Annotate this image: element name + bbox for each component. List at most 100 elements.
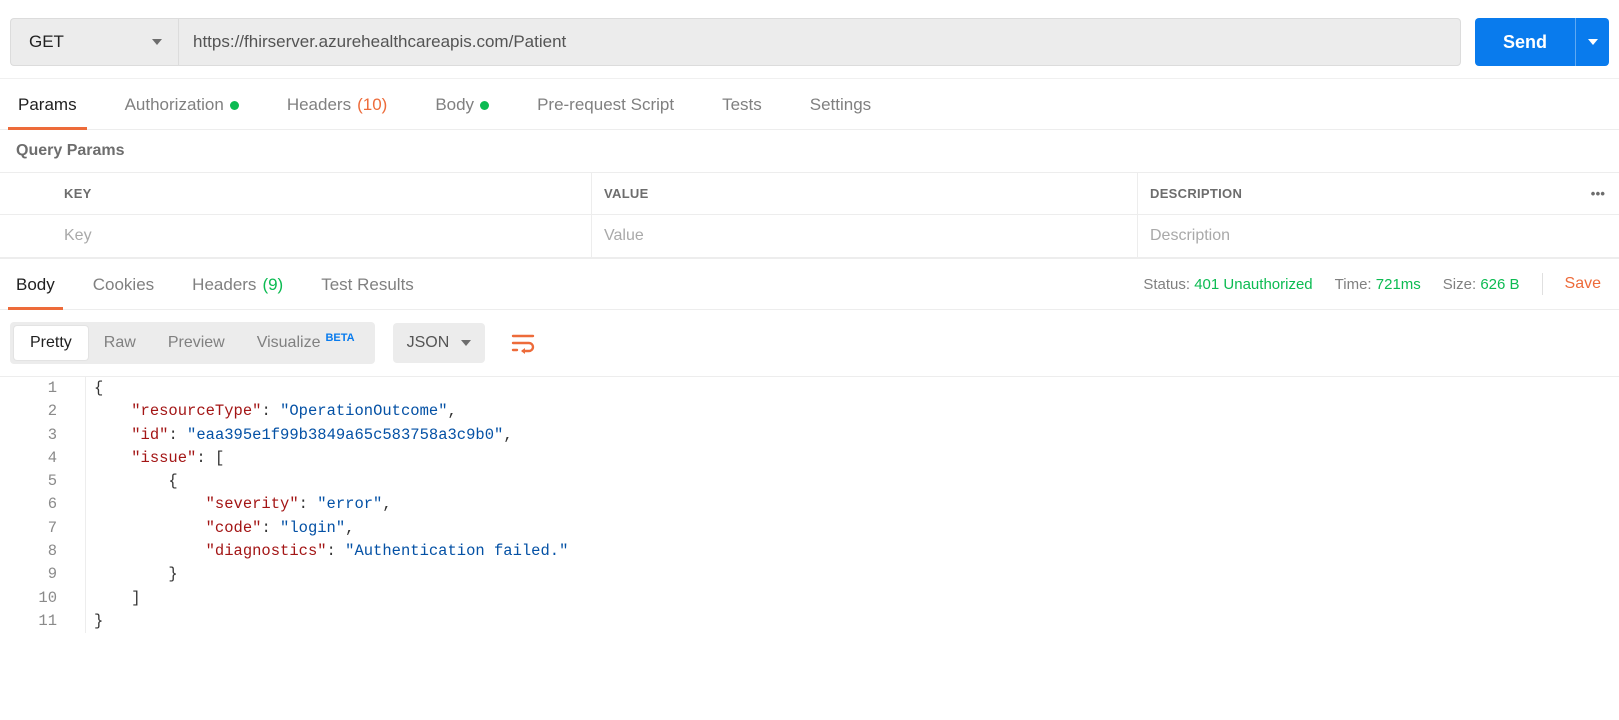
line-number: 4 xyxy=(0,447,86,470)
code-line: 1{ xyxy=(0,377,1619,400)
format-value: JSON xyxy=(407,334,450,352)
line-number: 8 xyxy=(0,540,86,563)
wrap-lines-button[interactable] xyxy=(503,323,543,363)
col-key: KEY xyxy=(52,173,592,215)
tab-label: Body xyxy=(16,275,55,295)
send-group: Send xyxy=(1475,18,1609,66)
send-more-button[interactable] xyxy=(1575,18,1609,66)
code-line: 2 "resourceType": "OperationOutcome", xyxy=(0,400,1619,423)
chevron-down-icon xyxy=(461,340,471,346)
http-method-dropdown[interactable]: GET xyxy=(10,18,178,66)
status-dot-icon xyxy=(480,101,489,110)
save-response-button[interactable]: Save xyxy=(1565,275,1601,293)
tab-label: Settings xyxy=(810,95,871,115)
view-preview[interactable]: Preview xyxy=(152,326,241,360)
tab-label: Headers xyxy=(192,275,256,295)
tab-count: (9) xyxy=(262,275,283,295)
status-value: 401 Unauthorized xyxy=(1194,276,1312,293)
query-params-title: Query Params xyxy=(0,130,1619,172)
line-number: 7 xyxy=(0,517,86,540)
code-line: 5 { xyxy=(0,470,1619,493)
code-line: 7 "code": "login", xyxy=(0,517,1619,540)
chevron-down-icon xyxy=(152,39,162,45)
code-content: "resourceType": "OperationOutcome", xyxy=(86,400,457,423)
divider xyxy=(1542,273,1543,295)
view-visualize[interactable]: Visualize BETA xyxy=(241,326,371,360)
pill-label: Pretty xyxy=(30,334,72,352)
tab-tests[interactable]: Tests xyxy=(712,79,772,129)
table-header-row: KEY VALUE DESCRIPTION ••• xyxy=(0,173,1619,215)
response-bar: Body Cookies Headers (9) Test Results St… xyxy=(0,259,1619,310)
line-number: 2 xyxy=(0,400,86,423)
tab-label: Authorization xyxy=(125,95,224,115)
chevron-down-icon xyxy=(1588,39,1598,45)
code-line: 8 "diagnostics": "Authentication failed.… xyxy=(0,540,1619,563)
tab-label: Test Results xyxy=(321,275,414,295)
request-bar: GET Send xyxy=(0,0,1619,79)
table-row xyxy=(0,215,1619,258)
col-more[interactable]: ••• xyxy=(1577,173,1619,215)
size-group: Size: 626 B xyxy=(1443,276,1520,293)
tab-headers[interactable]: Headers (10) xyxy=(277,79,398,129)
code-content: } xyxy=(86,563,178,586)
tab-settings[interactable]: Settings xyxy=(800,79,881,129)
code-line: 11} xyxy=(0,610,1619,633)
wrap-icon xyxy=(511,332,535,354)
line-number: 3 xyxy=(0,424,86,447)
url-input[interactable] xyxy=(178,18,1461,66)
line-number: 9 xyxy=(0,563,86,586)
format-dropdown[interactable]: JSON xyxy=(393,323,486,363)
tab-response-testresults[interactable]: Test Results xyxy=(313,259,422,309)
view-raw[interactable]: Raw xyxy=(88,326,152,360)
beta-badge: BETA xyxy=(325,332,354,344)
status-group: Status: 401 Unauthorized xyxy=(1143,276,1312,293)
response-tabs: Body Cookies Headers (9) Test Results xyxy=(8,259,444,309)
time-group: Time: 721ms xyxy=(1335,276,1421,293)
http-method-value: GET xyxy=(29,32,64,52)
code-line: 9 } xyxy=(0,563,1619,586)
tab-label: Params xyxy=(18,95,77,115)
tab-label: Headers xyxy=(287,95,351,115)
code-line: 6 "severity": "error", xyxy=(0,493,1619,516)
time-value: 721ms xyxy=(1376,276,1421,293)
view-pretty[interactable]: Pretty xyxy=(14,326,88,360)
tab-response-cookies[interactable]: Cookies xyxy=(85,259,162,309)
code-line: 3 "id": "eaa395e1f99b3849a65c583758a3c9b… xyxy=(0,424,1619,447)
status-dot-icon xyxy=(230,101,239,110)
status-label: Status: xyxy=(1143,276,1190,293)
code-content: "diagnostics": "Authentication failed." xyxy=(86,540,568,563)
response-meta: Status: 401 Unauthorized Time: 721ms Siz… xyxy=(1143,273,1611,295)
tab-response-headers[interactable]: Headers (9) xyxy=(184,259,291,309)
code-content: { xyxy=(86,377,103,400)
line-number: 1 xyxy=(0,377,86,400)
tab-label: Pre-request Script xyxy=(537,95,674,115)
code-content: ] xyxy=(86,587,141,610)
col-value: VALUE xyxy=(592,173,1138,215)
table-handle-cell xyxy=(0,173,52,215)
param-value-input[interactable] xyxy=(604,227,1125,245)
pill-label: Visualize xyxy=(257,334,321,352)
tab-params[interactable]: Params xyxy=(8,79,87,129)
query-params-table: KEY VALUE DESCRIPTION ••• xyxy=(0,172,1619,259)
tab-body[interactable]: Body xyxy=(425,79,499,129)
line-number: 10 xyxy=(0,587,86,610)
tab-response-body[interactable]: Body xyxy=(8,259,63,309)
tab-label: Tests xyxy=(722,95,762,115)
code-content: { xyxy=(86,470,178,493)
line-number: 11 xyxy=(0,610,86,633)
param-key-input[interactable] xyxy=(64,227,579,245)
row-handle xyxy=(0,215,52,258)
param-description-input[interactable] xyxy=(1150,227,1607,245)
tab-label: Body xyxy=(435,95,474,115)
pill-label: Raw xyxy=(104,334,136,352)
response-body[interactable]: 1{2 "resourceType": "OperationOutcome",3… xyxy=(0,376,1619,633)
tab-prerequest-script[interactable]: Pre-request Script xyxy=(527,79,684,129)
code-content: "id": "eaa395e1f99b3849a65c583758a3c9b0"… xyxy=(86,424,513,447)
code-content: } xyxy=(86,610,103,633)
col-description: DESCRIPTION xyxy=(1138,173,1577,215)
tab-label: Cookies xyxy=(93,275,154,295)
code-line: 4 "issue": [ xyxy=(0,447,1619,470)
size-label: Size: xyxy=(1443,276,1476,293)
send-button[interactable]: Send xyxy=(1475,18,1575,66)
tab-authorization[interactable]: Authorization xyxy=(115,79,249,129)
